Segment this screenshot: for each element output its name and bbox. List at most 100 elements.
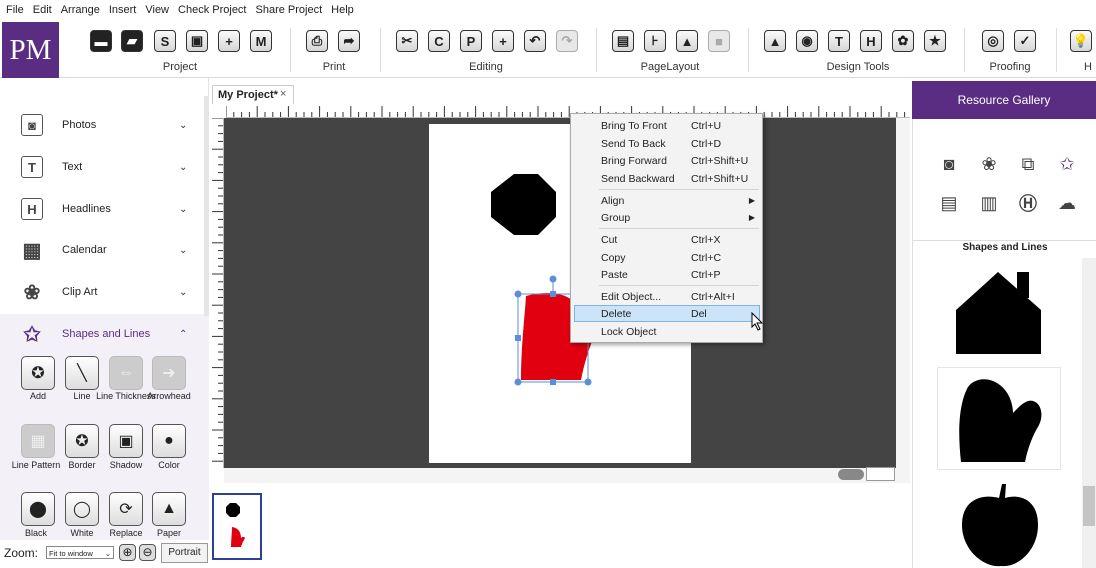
panel-item-shapes-and-lines[interactable]: ✩ Shapes and Lines ⌃ (0, 316, 200, 352)
ribbon-separator (596, 28, 597, 72)
photo-icon[interactable]: ▲ (764, 30, 786, 52)
left-panel-scrollbar[interactable] (204, 96, 209, 316)
menu-help[interactable]: Help (331, 4, 354, 16)
octagon-shape[interactable] (491, 174, 556, 235)
menu-arrange[interactable]: Arrange (61, 4, 100, 16)
ribbon-group-design-tools: Design Tools (826, 61, 890, 73)
menu-item-cut[interactable]: Cut Ctrl+X (574, 231, 760, 248)
headline-h-icon[interactable]: H (860, 30, 882, 52)
menu-item-lock-object[interactable]: Lock Object (574, 323, 760, 340)
add-shape-button[interactable]: ✪ (21, 356, 55, 390)
rotate-handle[interactable] (549, 275, 557, 283)
canvas-vertical-scrollbar[interactable] (896, 118, 910, 468)
panel-item-photos[interactable]: ◙ Photos ⌄ (0, 107, 200, 143)
add-text-icon[interactable]: + (492, 30, 514, 52)
gallery-photo-icon[interactable]: ◙ (936, 151, 962, 177)
guides-icon[interactable]: ⊦ (644, 30, 666, 52)
save-icon[interactable]: S (154, 30, 176, 52)
print-icon[interactable]: ⎙ (306, 30, 328, 52)
tab-my-project[interactable]: My Project* × (212, 85, 294, 104)
border-button[interactable]: ✪ (65, 424, 99, 458)
zoom-value-box[interactable] (866, 467, 895, 481)
zoom-slider[interactable] (838, 469, 864, 480)
panel-item-clip-art[interactable]: ❀ Clip Art ⌄ (0, 274, 200, 310)
menu-item-label: Bring Forward (601, 154, 667, 167)
gallery-shapes-icon[interactable]: ⧉ (1015, 151, 1041, 177)
panel-item-calendar[interactable]: ▦ Calendar ⌄ (0, 232, 200, 268)
zoom-out-icon[interactable]: ⊖ (139, 544, 156, 561)
menu-item-delete[interactable]: Delete Del (574, 305, 760, 322)
color-button[interactable]: ● (152, 424, 186, 458)
resize-handle-bottom-right[interactable] (584, 378, 592, 386)
apple-shape[interactable] (958, 480, 1044, 568)
app-logo: PM (2, 22, 59, 78)
zoom-select[interactable]: Fit to window ⌄ (46, 546, 114, 559)
panel-item-headlines[interactable]: H Headlines ⌄ (0, 191, 200, 227)
spellcheck-icon[interactable]: ✓ (1014, 30, 1036, 52)
undo-icon[interactable]: ↶ (524, 30, 546, 52)
close-icon[interactable]: × (280, 88, 286, 100)
resize-handle-top-left[interactable] (514, 290, 522, 298)
white-button[interactable]: ◯ (65, 492, 99, 526)
resize-handle-top[interactable] (550, 291, 556, 297)
orientation-button[interactable]: Portrait (161, 543, 208, 563)
menu-item-send-backward[interactable]: Send Backward Ctrl+Shift+U (574, 170, 760, 187)
gallery-layout-icon[interactable]: ▥ (976, 190, 1002, 216)
menu-view[interactable]: View (145, 4, 169, 16)
paper-button[interactable]: ▲ (152, 492, 186, 526)
menu-item-edit-object[interactable]: Edit Object... Ctrl+Alt+I (574, 288, 760, 305)
menu-item-bring-forward[interactable]: Bring Forward Ctrl+Shift+U (574, 152, 760, 169)
text-t-icon[interactable]: T (828, 30, 850, 52)
vertical-ruler (210, 118, 224, 468)
camera-icon[interactable]: ◉ (796, 30, 818, 52)
menu-share-project[interactable]: Share Project (256, 4, 323, 16)
menu-check-project[interactable]: Check Project (178, 4, 246, 16)
share-icon[interactable]: ➦ (338, 30, 360, 52)
gallery-headline-icon[interactable]: Ⓗ (1015, 190, 1041, 216)
black-button[interactable]: ⬤ (21, 492, 55, 526)
menu-item-paste[interactable]: Paste Ctrl+P (574, 266, 760, 283)
gallery-lotus-icon[interactable]: ❀ (976, 151, 1002, 177)
menu-insert[interactable]: Insert (109, 4, 137, 16)
save-as-icon[interactable]: ▣ (186, 30, 208, 52)
new-project-icon[interactable]: ▬ (90, 30, 112, 52)
resize-handle-bottom-left[interactable] (514, 378, 522, 386)
help-bulb-icon[interactable]: 💡 (1070, 30, 1092, 52)
house-shape[interactable] (953, 270, 1043, 356)
gallery-star-icon[interactable]: ✩ (1054, 151, 1080, 177)
copy-icon[interactable]: C (428, 30, 450, 52)
preview-icon[interactable]: ◎ (982, 30, 1004, 52)
menu-item-bring-to-front[interactable]: Bring To Front Ctrl+U (574, 117, 760, 134)
page-icon[interactable]: ▤ (612, 30, 634, 52)
background-icon[interactable]: ▲ (676, 30, 698, 52)
gallery-layers-icon[interactable]: ▤ (936, 190, 962, 216)
gallery-scrollbar-thumb[interactable] (1083, 486, 1095, 526)
menu-item-group[interactable]: Group ▶ (574, 209, 760, 226)
resize-handle-left[interactable] (515, 335, 521, 341)
clipart-flower-icon[interactable]: ✿ (892, 30, 914, 52)
manage-icon[interactable]: M (250, 30, 272, 52)
page-thumbnail-strip (210, 483, 910, 568)
ribbon-group-project: Project (162, 61, 198, 73)
menu-edit[interactable]: Edit (33, 4, 52, 16)
shadow-button[interactable]: ▣ (109, 424, 143, 458)
mitten-gallery-shape[interactable] (953, 375, 1045, 463)
resize-handle-bottom[interactable] (550, 379, 556, 385)
menu-file[interactable]: File (6, 4, 24, 16)
open-folder-icon[interactable]: ▰ (121, 30, 143, 52)
paste-icon[interactable]: P (460, 30, 482, 52)
ruler-corner (210, 104, 226, 118)
canvas-horizontal-scrollbar[interactable] (224, 468, 910, 483)
line-button[interactable]: ╲ (65, 356, 99, 390)
gallery-cloud-icon[interactable]: ☁ (1054, 190, 1080, 216)
panel-item-text[interactable]: T Text ⌄ (0, 149, 200, 185)
shape-star-icon[interactable]: ★ (924, 30, 946, 52)
zoom-in-icon[interactable]: ⊕ (119, 544, 136, 561)
replace-button[interactable]: ⟳ (109, 492, 143, 526)
menu-item-align[interactable]: Align ▶ (574, 192, 760, 209)
page-thumbnail[interactable] (212, 493, 262, 560)
add-page-icon[interactable]: + (218, 30, 240, 52)
menu-item-send-to-back[interactable]: Send To Back Ctrl+D (574, 135, 760, 152)
cut-icon[interactable]: ✂ (396, 30, 418, 52)
menu-item-copy[interactable]: Copy Ctrl+C (574, 249, 760, 266)
